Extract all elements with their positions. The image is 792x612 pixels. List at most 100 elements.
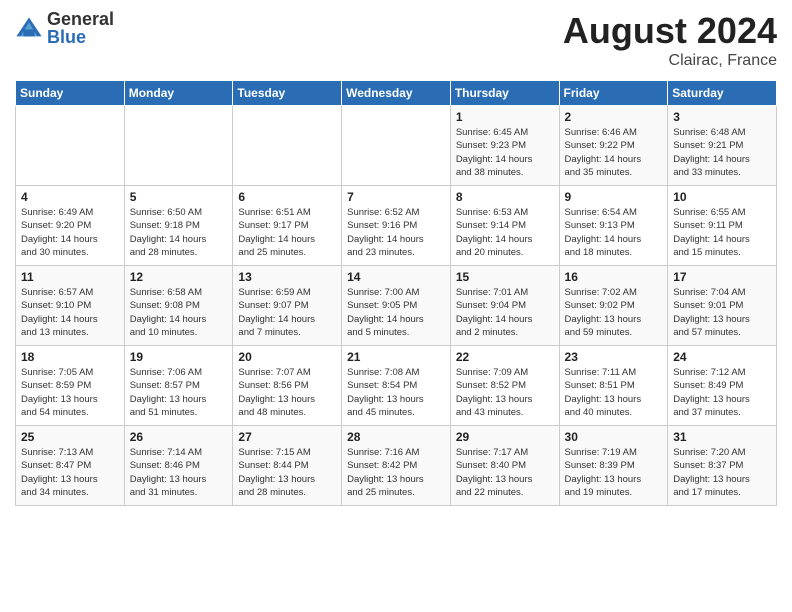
day-info: Sunrise: 6:57 AM Sunset: 9:10 PM Dayligh… (21, 286, 119, 339)
day-number: 15 (456, 270, 554, 284)
day-number: 27 (238, 430, 336, 444)
day-number: 4 (21, 190, 119, 204)
day-number: 5 (130, 190, 228, 204)
calendar-cell: 21 Sunrise: 7:08 AM Sunset: 8:54 PM Dayli… (342, 346, 451, 426)
day-number: 18 (21, 350, 119, 364)
calendar-cell: 29 Sunrise: 7:17 AM Sunset: 8:40 PM Dayli… (450, 426, 559, 506)
calendar-cell: 13 Sunrise: 6:59 AM Sunset: 9:07 PM Dayli… (233, 266, 342, 346)
day-info: Sunrise: 6:50 AM Sunset: 9:18 PM Dayligh… (130, 206, 228, 259)
day-info: Sunrise: 7:20 AM Sunset: 8:37 PM Dayligh… (673, 446, 771, 499)
calendar-cell: 10 Sunrise: 6:55 AM Sunset: 9:11 PM Dayli… (668, 186, 777, 266)
calendar-cell: 14Sunrise: 7:00 AM Sunset: 9:05 PM Dayli… (342, 266, 451, 346)
day-info: Sunrise: 6:59 AM Sunset: 9:07 PM Dayligh… (238, 286, 336, 339)
day-number: 20 (238, 350, 336, 364)
day-info: Sunrise: 7:13 AM Sunset: 8:47 PM Dayligh… (21, 446, 119, 499)
day-info: Sunrise: 7:08 AM Sunset: 8:54 PM Dayligh… (347, 366, 445, 419)
calendar-cell: 5 Sunrise: 6:50 AM Sunset: 9:18 PM Daylig… (124, 186, 233, 266)
day-number: 21 (347, 350, 445, 364)
header-wednesday: Wednesday (342, 81, 451, 106)
day-number: 26 (130, 430, 228, 444)
day-number: 2 (565, 110, 663, 124)
calendar-cell: 16Sunrise: 7:02 AM Sunset: 9:02 PM Dayli… (559, 266, 668, 346)
calendar-cell: 30 Sunrise: 7:19 AM Sunset: 8:39 PM Dayli… (559, 426, 668, 506)
day-number: 12 (130, 270, 228, 284)
day-info: Sunrise: 6:51 AM Sunset: 9:17 PM Dayligh… (238, 206, 336, 259)
calendar-cell (233, 106, 342, 186)
day-info: Sunrise: 6:46 AM Sunset: 9:22 PM Dayligh… (565, 126, 663, 179)
calendar-cell (16, 106, 125, 186)
day-info: Sunrise: 6:58 AM Sunset: 9:08 PM Dayligh… (130, 286, 228, 339)
calendar-cell: 19 Sunrise: 7:06 AM Sunset: 8:57 PM Dayli… (124, 346, 233, 426)
day-info: Sunrise: 7:04 AM Sunset: 9:01 PM Dayligh… (673, 286, 771, 339)
day-number: 8 (456, 190, 554, 204)
calendar-cell: 12 Sunrise: 6:58 AM Sunset: 9:08 PM Dayli… (124, 266, 233, 346)
calendar-cell: 2 Sunrise: 6:46 AM Sunset: 9:22 PM Daylig… (559, 106, 668, 186)
calendar-cell (124, 106, 233, 186)
day-info: Sunrise: 6:55 AM Sunset: 9:11 PM Dayligh… (673, 206, 771, 259)
logo-blue-text: Blue (47, 28, 114, 46)
header-thursday: Thursday (450, 81, 559, 106)
calendar-cell: 23Sunrise: 7:11 AM Sunset: 8:51 PM Dayli… (559, 346, 668, 426)
calendar-cell: 24Sunrise: 7:12 AM Sunset: 8:49 PM Dayli… (668, 346, 777, 426)
day-number: 16 (565, 270, 663, 284)
header-saturday: Saturday (668, 81, 777, 106)
calendar-cell: 7 Sunrise: 6:52 AM Sunset: 9:16 PM Daylig… (342, 186, 451, 266)
calendar-week-4: 18 Sunrise: 7:05 AM Sunset: 8:59 PM Dayli… (16, 346, 777, 426)
day-info: Sunrise: 7:16 AM Sunset: 8:42 PM Dayligh… (347, 446, 445, 499)
calendar-cell: 26 Sunrise: 7:14 AM Sunset: 8:46 PM Dayli… (124, 426, 233, 506)
day-info: Sunrise: 7:05 AM Sunset: 8:59 PM Dayligh… (21, 366, 119, 419)
day-number: 17 (673, 270, 771, 284)
day-info: Sunrise: 6:52 AM Sunset: 9:16 PM Dayligh… (347, 206, 445, 259)
day-number: 10 (673, 190, 771, 204)
day-info: Sunrise: 6:54 AM Sunset: 9:13 PM Dayligh… (565, 206, 663, 259)
day-number: 31 (673, 430, 771, 444)
day-info: Sunrise: 7:19 AM Sunset: 8:39 PM Dayligh… (565, 446, 663, 499)
calendar-week-1: 1Sunrise: 6:45 AM Sunset: 9:23 PM Daylig… (16, 106, 777, 186)
calendar-cell: 27 Sunrise: 7:15 AM Sunset: 8:44 PM Dayli… (233, 426, 342, 506)
logo-general-text: General (47, 10, 114, 28)
day-info: Sunrise: 7:14 AM Sunset: 8:46 PM Dayligh… (130, 446, 228, 499)
day-info: Sunrise: 7:07 AM Sunset: 8:56 PM Dayligh… (238, 366, 336, 419)
calendar-cell: 25Sunrise: 7:13 AM Sunset: 8:47 PM Dayli… (16, 426, 125, 506)
calendar-cell: 9 Sunrise: 6:54 AM Sunset: 9:13 PM Daylig… (559, 186, 668, 266)
day-number: 7 (347, 190, 445, 204)
calendar-week-3: 11 Sunrise: 6:57 AM Sunset: 9:10 PM Dayli… (16, 266, 777, 346)
page-header: General Blue August 2024 Clairac, France (15, 10, 777, 70)
day-number: 11 (21, 270, 119, 284)
day-info: Sunrise: 7:15 AM Sunset: 8:44 PM Dayligh… (238, 446, 336, 499)
day-info: Sunrise: 7:17 AM Sunset: 8:40 PM Dayligh… (456, 446, 554, 499)
day-info: Sunrise: 7:11 AM Sunset: 8:51 PM Dayligh… (565, 366, 663, 419)
calendar-title: August 2024 (563, 10, 777, 52)
calendar-cell: 3Sunrise: 6:48 AM Sunset: 9:21 PM Daylig… (668, 106, 777, 186)
calendar-cell: 31 Sunrise: 7:20 AM Sunset: 8:37 PM Dayli… (668, 426, 777, 506)
day-number: 30 (565, 430, 663, 444)
header-friday: Friday (559, 81, 668, 106)
logo: General Blue (15, 10, 114, 46)
day-number: 9 (565, 190, 663, 204)
day-info: Sunrise: 7:12 AM Sunset: 8:49 PM Dayligh… (673, 366, 771, 419)
title-block: August 2024 Clairac, France (563, 10, 777, 70)
header-sunday: Sunday (16, 81, 125, 106)
calendar-cell: 11 Sunrise: 6:57 AM Sunset: 9:10 PM Dayli… (16, 266, 125, 346)
calendar-table: SundayMondayTuesdayWednesdayThursdayFrid… (15, 80, 777, 506)
header-tuesday: Tuesday (233, 81, 342, 106)
day-info: Sunrise: 6:49 AM Sunset: 9:20 PM Dayligh… (21, 206, 119, 259)
calendar-cell (342, 106, 451, 186)
day-number: 13 (238, 270, 336, 284)
day-info: Sunrise: 7:09 AM Sunset: 8:52 PM Dayligh… (456, 366, 554, 419)
calendar-cell: 6Sunrise: 6:51 AM Sunset: 9:17 PM Daylig… (233, 186, 342, 266)
logo-icon (15, 14, 43, 42)
day-info: Sunrise: 6:45 AM Sunset: 9:23 PM Dayligh… (456, 126, 554, 179)
calendar-cell: 22 Sunrise: 7:09 AM Sunset: 8:52 PM Dayli… (450, 346, 559, 426)
calendar-cell: 20 Sunrise: 7:07 AM Sunset: 8:56 PM Dayli… (233, 346, 342, 426)
day-info: Sunrise: 6:53 AM Sunset: 9:14 PM Dayligh… (456, 206, 554, 259)
day-number: 19 (130, 350, 228, 364)
day-number: 22 (456, 350, 554, 364)
day-number: 29 (456, 430, 554, 444)
calendar-cell: 4 Sunrise: 6:49 AM Sunset: 9:20 PM Daylig… (16, 186, 125, 266)
day-info: Sunrise: 7:06 AM Sunset: 8:57 PM Dayligh… (130, 366, 228, 419)
day-number: 3 (673, 110, 771, 124)
calendar-location: Clairac, France (563, 52, 777, 70)
day-number: 28 (347, 430, 445, 444)
day-info: Sunrise: 7:01 AM Sunset: 9:04 PM Dayligh… (456, 286, 554, 339)
